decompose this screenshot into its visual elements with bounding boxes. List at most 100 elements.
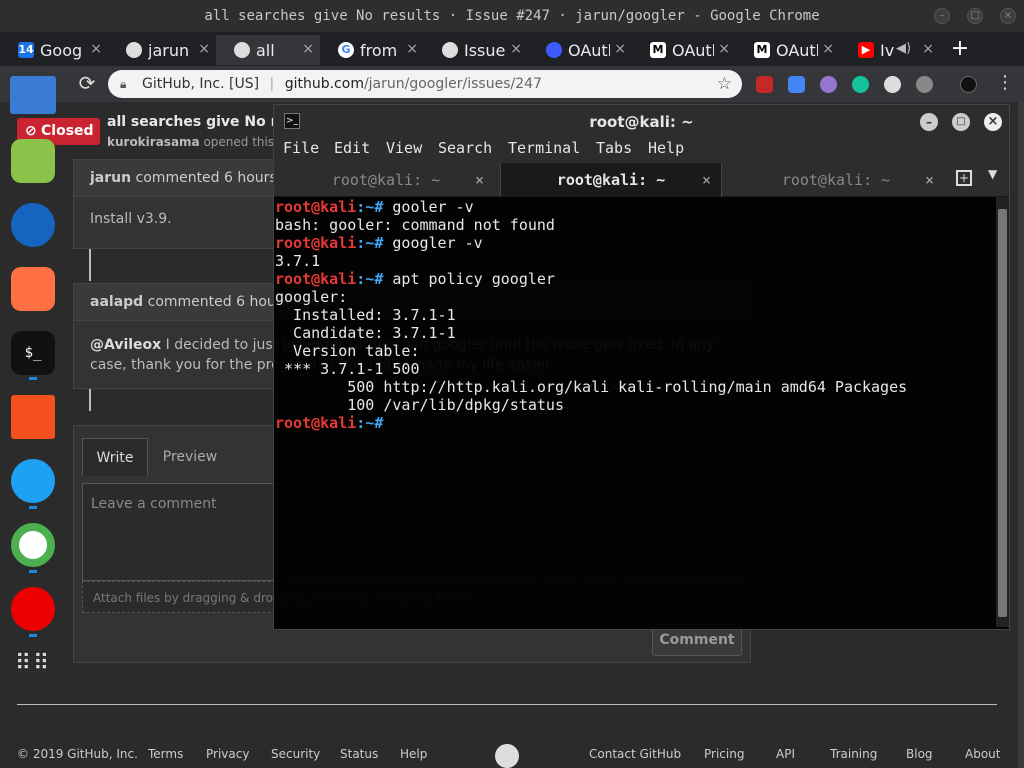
close-tab-icon[interactable]: ×	[718, 41, 730, 57]
mention-link[interactable]: @Avileox	[90, 337, 161, 353]
terminal-tab[interactable]: root@kali: ~ ×	[274, 163, 498, 197]
menu-file[interactable]: File	[283, 139, 319, 157]
browser-tab[interactable]: M OAuth ×	[632, 35, 736, 65]
new-tab-button[interactable]: +	[948, 35, 972, 63]
running-indicator	[29, 506, 37, 509]
terminal-tab-active[interactable]: root@kali: ~ ×	[500, 163, 722, 197]
menu-tabs[interactable]: Tabs	[596, 139, 632, 157]
close-tab-icon[interactable]: ×	[922, 41, 934, 57]
extension-icon[interactable]	[756, 76, 773, 93]
new-terminal-tab-icon[interactable]: +	[956, 170, 972, 186]
footer-link-pricing[interactable]: Pricing	[704, 747, 744, 761]
chrome-icon[interactable]	[11, 523, 55, 567]
speaker-icon[interactable]: ◀)	[896, 41, 911, 56]
close-tab-icon[interactable]: ×	[822, 41, 834, 57]
footer-link-contact[interactable]: Contact GitHub	[589, 747, 681, 761]
close-window-button[interactable]: ×	[1000, 8, 1016, 24]
menu-terminal[interactable]: Terminal	[508, 139, 580, 157]
terminal-maximize-button[interactable]: □	[952, 113, 970, 131]
footer-link-help[interactable]: Help	[400, 747, 427, 761]
running-indicator	[29, 570, 37, 573]
footer-link-training[interactable]: Training	[830, 747, 877, 761]
terminal-icon[interactable]: $_	[11, 331, 55, 375]
github-logo-icon[interactable]	[495, 744, 519, 768]
close-tab-icon[interactable]: ×	[702, 163, 711, 197]
terminal-output[interactable]: root@kali:~# gooler -v bash: gooler: comm…	[275, 197, 995, 627]
command-text: gooler -v	[383, 198, 474, 216]
tab-preview[interactable]: Preview	[148, 438, 232, 476]
browser-tab-active[interactable]: all ×	[216, 35, 320, 65]
comment-author[interactable]: jarun	[90, 170, 131, 186]
firefox-icon[interactable]	[11, 267, 55, 311]
close-tab-icon[interactable]: ×	[302, 41, 314, 57]
footer-link-api[interactable]: API	[776, 747, 795, 761]
browser-tab[interactable]: OAuth ×	[528, 35, 632, 65]
zap-app-icon[interactable]	[11, 203, 55, 247]
browser-tab[interactable]: jarun ×	[108, 35, 216, 65]
tab-write[interactable]: Write	[82, 438, 148, 476]
terminal-minimize-button[interactable]: –	[920, 113, 938, 131]
window-titlebar: all searches give No results · Issue #24…	[0, 0, 1024, 32]
close-tab-icon[interactable]: ×	[614, 41, 626, 57]
notes-app-icon[interactable]	[11, 139, 55, 183]
extension-icon[interactable]	[916, 76, 933, 93]
terminal-line: 3.7.1	[275, 252, 995, 270]
comment-author[interactable]: aalapd	[90, 294, 143, 310]
maximize-button[interactable]: □	[967, 8, 983, 24]
youtube-music-icon[interactable]	[11, 587, 55, 631]
menu-edit[interactable]: Edit	[334, 139, 370, 157]
star-icon[interactable]: ☆	[717, 70, 732, 98]
footer-copyright: © 2019 GitHub, Inc.	[17, 747, 138, 761]
running-indicator	[29, 377, 37, 380]
issue-author[interactable]: kurokirasama	[107, 135, 200, 149]
browser-tab[interactable]: G from ×	[320, 35, 424, 65]
close-tab-icon[interactable]: ×	[406, 41, 418, 57]
tab-label: all	[256, 40, 275, 60]
minimize-button[interactable]: –	[934, 8, 950, 24]
security-label: GitHub, Inc. [US]	[142, 76, 260, 92]
footer-link-status[interactable]: Status	[340, 747, 378, 761]
close-tab-icon[interactable]: ×	[475, 163, 484, 197]
close-tab-icon[interactable]: ×	[925, 163, 934, 197]
folder-icon[interactable]	[10, 76, 56, 114]
menu-view[interactable]: View	[386, 139, 422, 157]
lock-icon: 🔒︎	[120, 77, 127, 91]
menu-icon[interactable]: ⋮	[996, 72, 1014, 93]
burp-suite-icon[interactable]	[11, 395, 55, 439]
url-path: /jarun/googler/issues/247	[363, 76, 542, 92]
reload-icon[interactable]: ⟳	[76, 72, 98, 94]
github-icon[interactable]	[884, 76, 901, 93]
footer-link-blog[interactable]: Blog	[906, 747, 933, 761]
browser-tab[interactable]: 14 Goog ×	[0, 35, 108, 65]
terminal-close-button[interactable]: ×	[984, 113, 1002, 131]
tab-list-dropdown-icon[interactable]: ▼	[988, 167, 997, 181]
menu-help[interactable]: Help	[648, 139, 684, 157]
footer-link-terms[interactable]: Terms	[148, 747, 183, 761]
browser-tab[interactable]: ▶ Iv ◀) ×	[840, 35, 940, 65]
footer-link-security[interactable]: Security	[271, 747, 320, 761]
prompt-path: :~#	[356, 414, 384, 432]
browser-tab[interactable]: M OAuth ×	[736, 35, 840, 65]
close-tab-icon[interactable]: ×	[90, 41, 102, 57]
footer-link-privacy[interactable]: Privacy	[206, 747, 249, 761]
terminal-tab[interactable]: root@kali: ~ ×	[724, 163, 948, 197]
footer-link-about[interactable]: About	[965, 747, 1000, 761]
terminal-scrollbar-thumb[interactable]	[998, 209, 1007, 617]
translate-icon[interactable]	[788, 76, 805, 93]
output-text: Version table:	[275, 342, 420, 360]
terminal-line: googler:	[275, 288, 995, 306]
browser-tab[interactable]: Issue ×	[424, 35, 528, 65]
app-dock: $_ ⠿⠿	[0, 66, 66, 706]
menu-search[interactable]: Search	[438, 139, 492, 157]
page-scrollbar[interactable]	[1018, 102, 1024, 768]
grammarly-icon[interactable]	[852, 76, 869, 93]
twitter-icon[interactable]	[11, 459, 55, 503]
close-tab-icon[interactable]: ×	[198, 41, 210, 57]
address-bar[interactable]: 🔒︎ GitHub, Inc. [US] | github.com/jarun/…	[108, 70, 742, 98]
apps-grid-icon[interactable]: ⠿⠿	[11, 653, 55, 697]
comment-action: commented	[147, 294, 232, 310]
profile-avatar[interactable]	[960, 76, 977, 93]
feather-icon[interactable]	[820, 76, 837, 93]
output-text: Installed: 3.7.1-1	[275, 306, 456, 324]
close-tab-icon[interactable]: ×	[510, 41, 522, 57]
